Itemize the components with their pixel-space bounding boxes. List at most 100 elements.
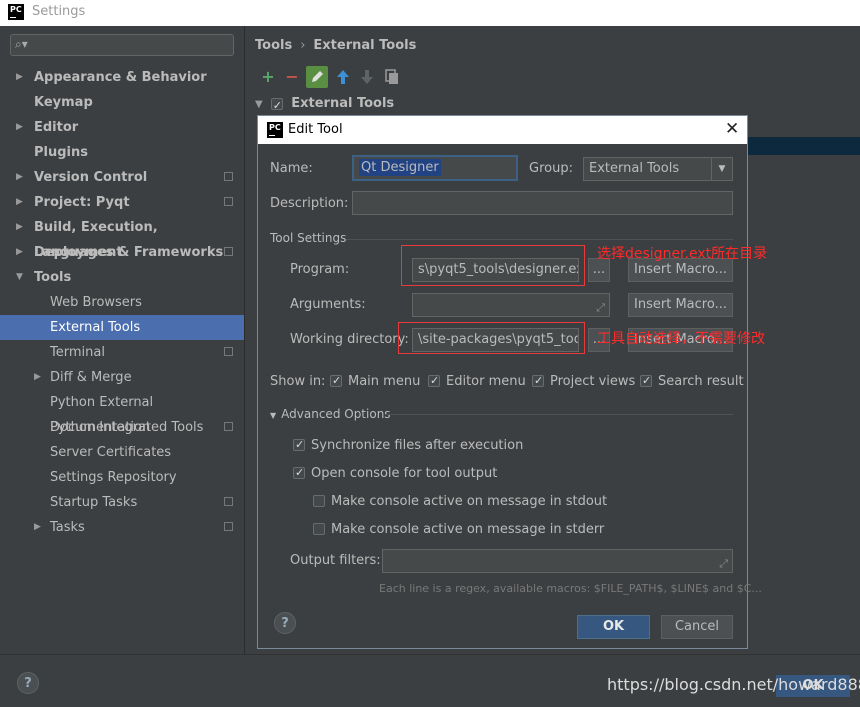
name-label: Name: [270,161,313,176]
sidebar-item-appearance[interactable]: ▶ Appearance & Behavior [0,65,244,90]
expand-icon[interactable]: ⤢ [596,297,605,316]
dialog-title: Edit Tool [288,122,343,137]
tool-settings-label: Tool Settings [270,231,347,245]
show-in-label: Show in: [270,374,326,389]
console-active-stderr-checkbox[interactable]: Make console active on message in stderr [313,522,604,538]
sidebar-item-diff-merge[interactable]: ▶ Diff & Merge [0,365,244,390]
external-tools-toolbar: + − [255,66,855,90]
settings-sidebar: ⌕▾ ▶ Appearance & Behavior Keymap ▶ Editor… [0,26,245,654]
breadcrumb: Tools › External Tools [255,38,416,53]
expand-arrow-icon: ▶ [16,72,23,82]
remove-tool-button[interactable]: − [281,66,303,88]
group-enabled-checkbox[interactable]: ✓ [270,97,283,112]
arrow-down-icon [361,70,373,84]
sidebar-item-plugins[interactable]: Plugins [0,140,244,165]
arguments-field[interactable]: ⤢ [412,293,610,317]
output-filters-label: Output filters: [290,553,381,568]
workdir-highlight-box [398,322,585,354]
expand-arrow-icon: ▶ [16,122,23,132]
arguments-insert-macro-button[interactable]: Insert Macro... [628,293,733,317]
collapse-arrow-icon: ▼ [255,99,263,110]
project-level-icon [224,172,233,181]
program-annotation: 选择designer.ext所在目录 [597,246,768,262]
add-tool-button[interactable]: + [257,66,279,88]
search-input[interactable]: ⌕▾ [10,34,234,56]
show-in-project-views-checkbox[interactable]: ✓ Project views [532,374,635,390]
section-divider [346,239,733,240]
breadcrumb-separator: › [300,38,306,53]
copy-icon [385,69,398,84]
expand-arrow-icon: ▶ [16,222,23,232]
program-highlight-box [401,245,585,286]
chevron-down-icon: ▼ [711,158,732,180]
watermark-text: https://blog.csdn.net/howard88888 [607,675,860,694]
expand-arrow-icon: ▶ [16,172,23,182]
edit-tool-dialog: PC Edit Tool ✕ Name: Qt Designer Group: … [257,115,762,649]
sidebar-item-terminal[interactable]: Terminal [0,340,244,365]
dialog-help-button[interactable]: ? [274,612,296,634]
pycharm-logo-icon: PC [267,122,283,138]
project-level-icon [224,497,233,506]
expand-arrow-icon: ▶ [16,197,23,207]
sidebar-item-settings-repository[interactable]: Settings Repository [0,465,244,490]
output-filters-hint: Each line is a regex, available macros: … [379,582,762,595]
expand-icon[interactable]: ⤢ [719,553,728,572]
sidebar-item-build[interactable]: ▶ Build, Execution, Deployment [0,215,244,260]
window-titlebar: PC Settings [0,0,860,26]
sidebar-item-tools[interactable]: ▼ Tools [0,265,244,290]
name-field[interactable]: Qt Designer [352,155,518,181]
project-level-icon [224,422,233,431]
edit-tool-button[interactable] [306,66,328,88]
sidebar-item-tasks[interactable]: ▶ Tasks [0,515,244,540]
expand-arrow-icon: ▶ [16,247,23,257]
group-label: Group: [529,161,573,176]
sidebar-item-web-browsers[interactable]: Web Browsers [0,290,244,315]
collapse-arrow-icon: ▼ [270,411,277,420]
show-in-editor-menu-checkbox[interactable]: ✓ Editor menu [428,374,526,390]
show-in-main-menu-checkbox[interactable]: ✓ Main menu [330,374,420,390]
expand-arrow-icon: ▶ [34,522,41,532]
breadcrumb-current: External Tools [313,38,417,53]
help-button[interactable]: ? [17,672,39,694]
pycharm-logo-icon: PC [8,4,24,20]
window-title: Settings [32,4,86,19]
close-icon[interactable]: ✕ [725,119,739,139]
collapse-arrow-icon: ▼ [16,272,23,282]
sidebar-item-languages[interactable]: ▶ Languages & Frameworks [0,240,244,265]
project-level-icon [224,347,233,356]
show-in-search-result-checkbox[interactable]: ✓ Search result [640,374,744,390]
sidebar-item-python-ext-docs[interactable]: Python External Documentation [0,390,244,435]
sidebar-item-version-control[interactable]: ▶ Version Control [0,165,244,190]
advanced-options-toggle[interactable]: ▼ Advanced Options [270,406,391,424]
cancel-button[interactable]: Cancel [661,615,733,639]
expand-arrow-icon: ▶ [34,372,41,382]
group-dropdown[interactable]: External Tools ▼ [583,157,733,181]
working-directory-label: Working directory: [290,332,409,347]
sidebar-item-keymap[interactable]: Keymap [0,90,244,115]
program-label: Program: [290,262,350,277]
move-down-button[interactable] [356,66,378,88]
project-level-icon [224,247,233,256]
console-active-stdout-checkbox[interactable]: Make console active on message in stdout [313,494,607,510]
section-divider [386,414,733,415]
sidebar-item-external-tools[interactable]: External Tools [0,315,244,340]
search-icon: ⌕▾ [15,37,28,51]
output-filters-field[interactable]: ⤢ [382,549,733,573]
selected-tree-row[interactable] [735,137,860,155]
copy-tool-button[interactable] [381,66,403,88]
move-up-button[interactable] [332,66,354,88]
breadcrumb-parent: Tools [255,38,293,53]
sidebar-item-python-integrated-tools[interactable]: Python Integrated Tools [0,415,244,440]
sync-files-checkbox[interactable]: ✓ Synchronize files after execution [293,438,523,454]
ok-button[interactable]: OK [577,615,650,639]
sidebar-item-project[interactable]: ▶ Project: Pyqt [0,190,244,215]
sidebar-item-server-certificates[interactable]: Server Certificates [0,440,244,465]
sidebar-item-startup-tasks[interactable]: Startup Tasks [0,490,244,515]
tree-group-external-tools[interactable]: ▼ ✓ External Tools [255,94,394,114]
sidebar-item-editor[interactable]: ▶ Editor [0,115,244,140]
description-field[interactable] [352,191,733,215]
dialog-titlebar: PC Edit Tool ✕ [258,116,747,144]
pencil-icon [312,71,323,82]
description-label: Description: [270,196,349,211]
open-console-checkbox[interactable]: ✓ Open console for tool output [293,466,497,482]
